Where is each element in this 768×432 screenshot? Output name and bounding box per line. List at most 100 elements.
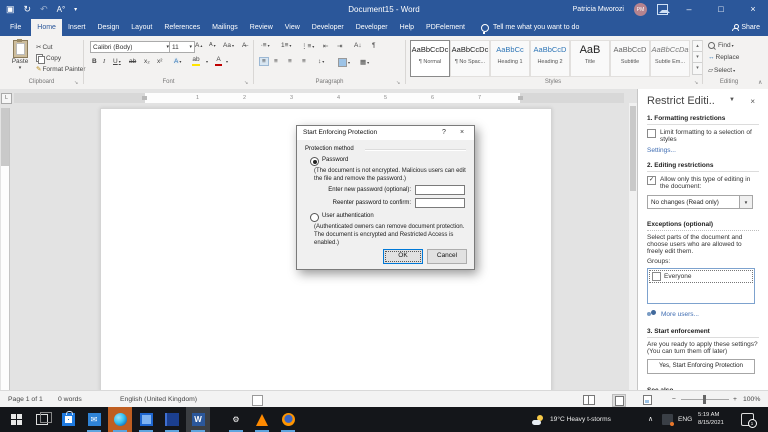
tab-stop-selector[interactable]: L — [1, 93, 12, 104]
change-case-button[interactable]: Aa▾ — [223, 42, 234, 49]
tab-pdfelement[interactable]: PDFelement — [420, 19, 471, 36]
user-authentication-radio[interactable] — [310, 213, 319, 222]
indent-marker-right[interactable] — [518, 96, 523, 100]
avatar[interactable]: PM — [634, 3, 647, 16]
settings-button[interactable]: ⚙ — [224, 407, 248, 432]
word-count[interactable]: 0 words — [58, 391, 82, 408]
onenote-button[interactable] — [160, 407, 184, 432]
restore-button[interactable]: □ — [710, 0, 732, 19]
tab-home[interactable]: Home — [31, 19, 62, 36]
tray-app-cell[interactable] — [658, 407, 676, 432]
start-enforcing-protection-button[interactable]: Yes, Start Enforcing Protection — [647, 359, 755, 374]
borders-button[interactable]: ▦▾ — [360, 58, 369, 66]
select-button[interactable]: ▱ Select ▾ — [708, 66, 735, 74]
edge-button[interactable] — [108, 407, 132, 432]
zoom-in-button[interactable]: + — [733, 391, 737, 408]
language-indicator[interactable]: English (United Kingdom) — [120, 391, 197, 408]
underline-button[interactable]: U▾ — [113, 58, 121, 65]
grow-font-button[interactable]: A▴ — [195, 42, 202, 49]
copy-button[interactable]: Copy — [36, 54, 61, 62]
everyone-list-item[interactable]: Everyone — [649, 270, 753, 283]
increase-indent-button[interactable]: ⇥ — [337, 42, 342, 50]
mail-button[interactable]: ✉ — [82, 407, 106, 432]
clock[interactable]: 5:19 AM 8/15/2021 — [698, 412, 724, 428]
everyone-checkbox[interactable] — [652, 272, 661, 281]
shrink-font-button[interactable]: A▾ — [209, 42, 216, 48]
pane-close-icon[interactable]: × — [750, 97, 755, 106]
dialog-help-button[interactable]: ? — [436, 126, 452, 140]
minimize-button[interactable]: – — [678, 0, 700, 19]
dialog-close-button[interactable]: × — [454, 126, 470, 140]
font-color-button[interactable]: A — [215, 57, 222, 66]
tab-layout[interactable]: Layout — [125, 19, 158, 36]
subscript-button[interactable]: x₂ — [144, 58, 150, 65]
allow-editing-checkbox[interactable]: ✓ — [647, 176, 656, 185]
tab-file[interactable]: File — [0, 19, 31, 36]
tab-mailings[interactable]: Mailings — [206, 19, 244, 36]
clear-formatting-button[interactable]: A̶ — [242, 42, 246, 49]
proofing-icon[interactable] — [252, 395, 263, 406]
collapse-ribbon-button[interactable]: ∧ — [758, 79, 762, 86]
cancel-button[interactable]: Cancel — [427, 249, 467, 264]
word-taskbar-button[interactable]: W — [186, 407, 210, 432]
font-size-combo[interactable]: 11 ▾ — [169, 41, 195, 53]
web-layout-button[interactable] — [641, 394, 653, 405]
tab-references[interactable]: References — [158, 19, 206, 36]
tray-expand-icon[interactable]: ∧ — [648, 415, 653, 423]
font-dialog-launcher[interactable]: ↘ — [244, 80, 248, 86]
replace-button[interactable]: ↔ Replace — [708, 54, 739, 61]
reenter-password-input[interactable] — [415, 198, 465, 208]
style-card-no-spacing[interactable]: AaBbCcDc ¶ No Spac... — [450, 40, 490, 77]
scrollbar-thumb[interactable] — [630, 106, 636, 191]
style-card-subtle-emphasis[interactable]: AaBbCcDa Subtle Em... — [650, 40, 690, 77]
limit-formatting-checkbox[interactable] — [647, 129, 656, 138]
tab-help[interactable]: Help — [394, 19, 420, 36]
action-center-button[interactable]: 1 — [736, 407, 758, 432]
numbering-button[interactable]: 1≡▾ — [281, 42, 291, 49]
show-hide-marks-button[interactable]: ¶ — [372, 42, 376, 49]
photos-button[interactable] — [134, 407, 158, 432]
start-button[interactable] — [4, 407, 28, 432]
print-layout-button[interactable] — [612, 394, 626, 407]
sort-button[interactable]: A↓ — [354, 42, 362, 49]
more-users-link[interactable]: More users... — [661, 311, 699, 318]
vertical-scrollbar[interactable] — [629, 103, 637, 390]
bullets-button[interactable]: ∙≡▾ — [261, 42, 270, 49]
cut-button[interactable]: ✂ Cut — [36, 43, 53, 51]
highlight-color-button[interactable]: ab — [192, 57, 200, 66]
ok-button[interactable]: OK — [383, 249, 423, 264]
tell-me-box[interactable]: Tell me what you want to do — [481, 19, 579, 36]
tab-review[interactable]: Review — [244, 19, 279, 36]
align-right-button[interactable]: ≡ — [288, 58, 292, 65]
editing-type-dropdown[interactable]: No changes (Read only) ▼ — [647, 195, 753, 209]
read-mode-button[interactable] — [583, 394, 595, 405]
share-button[interactable]: Share — [732, 19, 760, 36]
font-name-combo[interactable]: Calibri (Body) ▾ — [90, 41, 172, 53]
text-effects-button[interactable]: A▾ — [174, 58, 181, 65]
enter-password-input[interactable] — [415, 185, 465, 195]
paste-button[interactable]: Paste ▾ — [8, 40, 32, 71]
page-indicator[interactable]: Page 1 of 1 — [8, 391, 43, 408]
more-users-row[interactable]: More users... — [647, 310, 759, 318]
ribbon-display-options-icon[interactable] — [657, 4, 668, 15]
superscript-button[interactable]: x² — [157, 58, 162, 65]
pane-menu-icon[interactable]: ▼ — [729, 97, 735, 103]
language-tray[interactable]: ENG — [678, 416, 692, 423]
styles-dialog-launcher[interactable]: ↘ — [694, 80, 698, 86]
groups-listbox[interactable]: Everyone — [647, 268, 755, 304]
indent-marker-left[interactable] — [142, 96, 147, 100]
font-color-caret[interactable]: ▾ — [226, 59, 228, 64]
style-card-heading1[interactable]: AaBbCc Heading 1 — [490, 40, 530, 77]
find-button[interactable]: Find ▾ — [708, 42, 734, 49]
tab-insert[interactable]: Insert — [62, 19, 92, 36]
style-card-title[interactable]: AaB Title — [570, 40, 610, 77]
format-painter-button[interactable]: ✎ Format Painter — [36, 65, 85, 73]
highlight-caret[interactable]: ▾ — [206, 59, 208, 64]
strikethrough-button[interactable]: ab — [129, 58, 136, 65]
tab-developer[interactable]: Developer — [306, 19, 350, 36]
align-left-button[interactable]: ≡ — [259, 57, 269, 66]
tab-design[interactable]: Design — [91, 19, 125, 36]
password-radio[interactable] — [310, 157, 319, 166]
zoom-slider-knob[interactable] — [703, 395, 706, 404]
store-button[interactable] — [56, 407, 80, 432]
